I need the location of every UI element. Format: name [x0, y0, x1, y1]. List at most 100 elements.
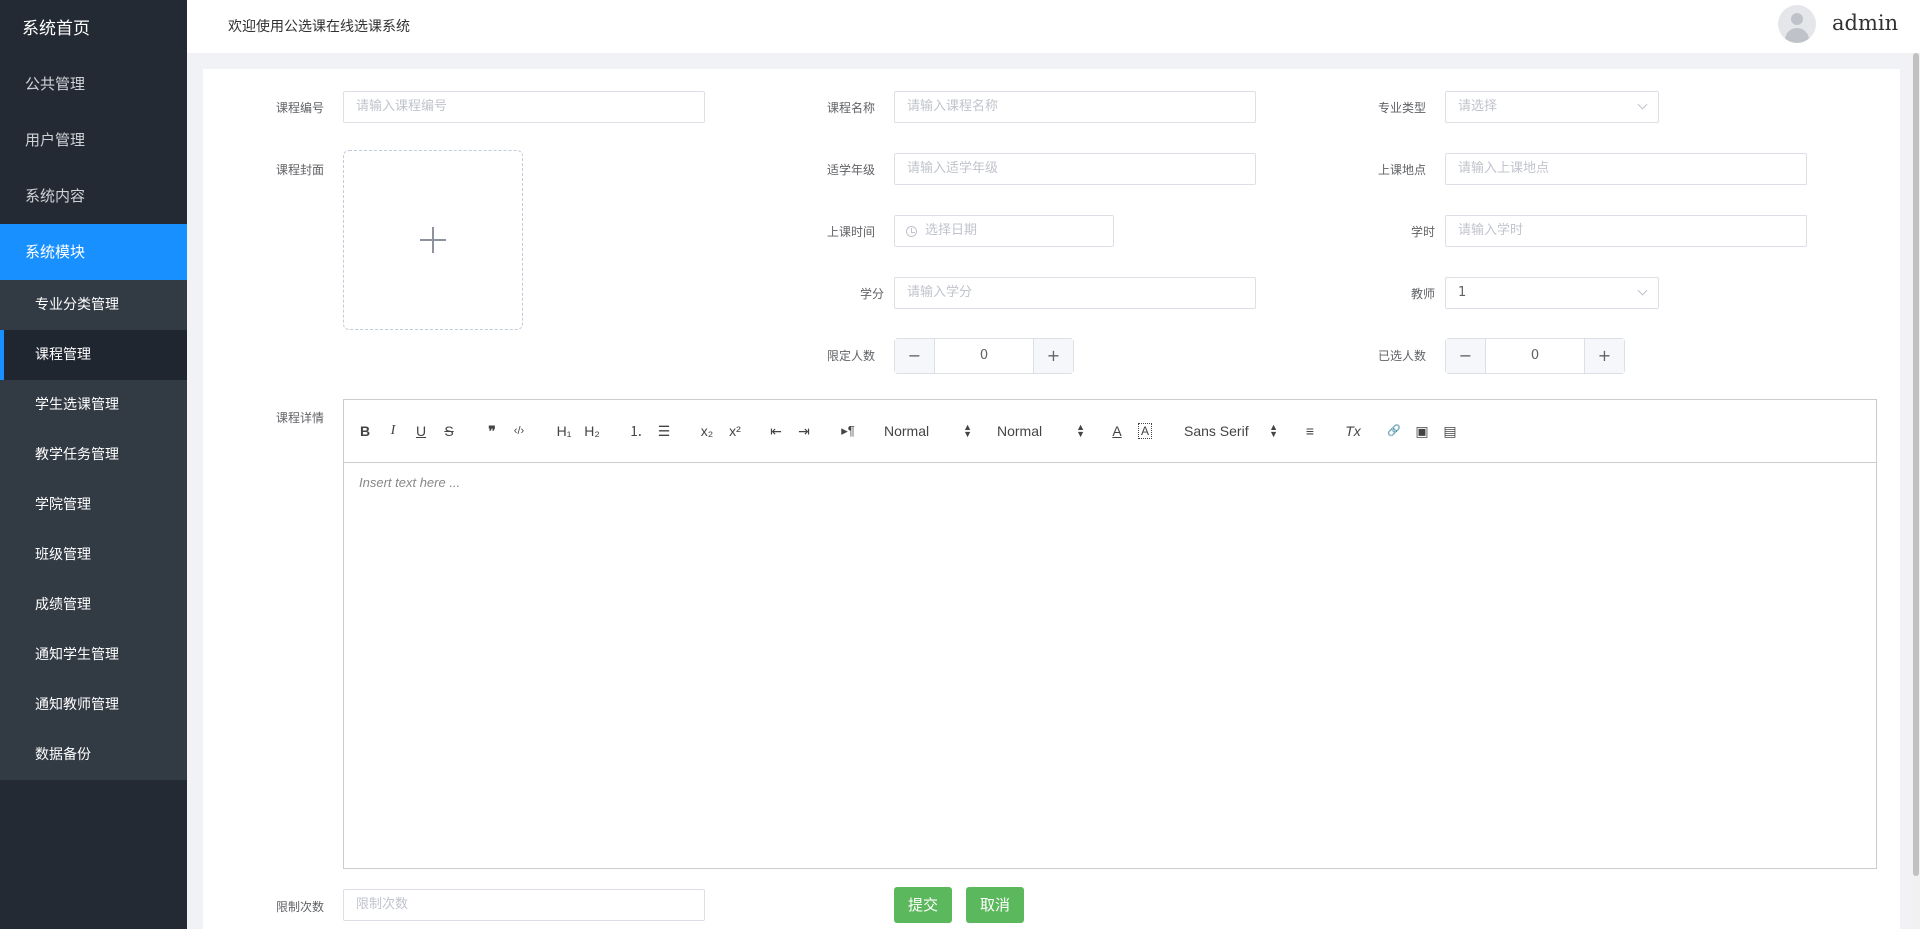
teacher-value: 1 [1458, 285, 1467, 300]
selected-count-value[interactable]: 0 [1486, 339, 1584, 373]
strike-icon[interactable]: S [442, 421, 456, 441]
limit-count-stepper: − 0 + [894, 338, 1074, 374]
sidebar-item-college[interactable]: 学院管理 [0, 480, 187, 530]
limit-count-increase-button[interactable]: + [1033, 339, 1073, 373]
header-select[interactable]: Normal ▲ ▼ [997, 421, 1085, 441]
link-icon[interactable]: 🔗 [1386, 421, 1402, 441]
course-name-label: 课程名称 [827, 101, 876, 115]
header-2-icon[interactable]: H₂ [582, 421, 602, 441]
grade-label: 适学年级 [827, 163, 876, 177]
scrollbar-thumb[interactable] [1913, 53, 1919, 876]
text-direction-icon[interactable]: ▸¶ [838, 421, 858, 441]
font-color-icon[interactable]: A [1110, 421, 1124, 441]
limit-times-label: 限制次数 [276, 900, 325, 914]
details-label: 课程详情 [276, 411, 325, 425]
header: 欢迎使用公选课在线选课系统 admin [187, 0, 1920, 53]
blockquote-icon[interactable]: ❞ [484, 421, 500, 441]
align-icon[interactable]: ≡ [1302, 421, 1318, 441]
size-select-value: Normal [884, 423, 930, 439]
course-form: 课程编号 请输入课程编号 课程名称 请输入课程名称 专业类型 请选择 课程封面 … [203, 69, 1900, 929]
font-select[interactable]: Sans Serif ▲ ▼ [1184, 421, 1278, 441]
font-select-value: Sans Serif [1184, 423, 1249, 439]
menu-modules[interactable]: 系统模块 [0, 224, 187, 280]
image-icon[interactable]: ▣ [1414, 421, 1430, 441]
avatar-body-icon [1785, 28, 1809, 43]
menu-users[interactable]: 用户管理 [0, 112, 187, 168]
sidebar-item-course[interactable]: 课程管理 [0, 330, 187, 380]
bold-icon[interactable]: B [358, 421, 372, 441]
credit-label: 学分 [859, 287, 884, 301]
username[interactable]: admin [1832, 11, 1898, 35]
clock-icon [906, 226, 917, 237]
ordered-list-icon[interactable]: ⒈ [628, 421, 644, 441]
sidebar-item-grades[interactable]: 成绩管理 [0, 580, 187, 630]
avatar[interactable] [1778, 5, 1816, 43]
menu-public[interactable]: 公共管理 [0, 56, 187, 112]
italic-icon[interactable]: I [386, 421, 400, 441]
cancel-button[interactable]: 取消 [966, 887, 1025, 923]
sidebar: 系统首页 公共管理 用户管理 系统内容 系统模块 专业分类管理 课程管理 学生选… [0, 0, 187, 929]
code-block-icon[interactable]: ‹/› [510, 421, 528, 441]
hours-label: 学时 [1410, 225, 1435, 239]
menu-content[interactable]: 系统内容 [0, 168, 187, 224]
class-time-label: 上课时间 [827, 225, 876, 239]
outdent-icon[interactable]: ⇤ [768, 421, 784, 441]
course-name-input[interactable]: 请输入课程名称 [894, 91, 1256, 123]
avatar-head-icon [1791, 13, 1803, 25]
welcome-text: 欢迎使用公选课在线选课系统 [228, 19, 410, 35]
indent-icon[interactable]: ⇥ [796, 421, 812, 441]
major-type-select[interactable]: 请选择 [1445, 91, 1659, 123]
cover-upload[interactable] [343, 150, 523, 330]
selected-count-stepper: − 0 + [1445, 338, 1625, 374]
header-1-icon[interactable]: H₁ [554, 421, 574, 441]
cover-label: 课程封面 [276, 163, 325, 177]
course-no-label: 课程编号 [276, 101, 325, 115]
updown-arrows-icon: ▲ ▼ [1076, 422, 1085, 439]
limit-times-input[interactable]: 限制次数 [343, 889, 705, 921]
subscript-icon[interactable]: x₂ [698, 421, 716, 441]
background-color-icon[interactable]: A [1138, 423, 1152, 439]
submit-button[interactable]: 提交 [894, 887, 953, 923]
chevron-down-icon [1637, 285, 1648, 296]
location-label: 上课地点 [1378, 163, 1427, 177]
location-input[interactable]: 请输入上课地点 [1445, 153, 1807, 185]
sidebar-item-notify-teachers[interactable]: 通知教师管理 [0, 680, 187, 730]
teacher-label: 教师 [1410, 287, 1435, 301]
grade-input[interactable]: 请输入适学年级 [894, 153, 1256, 185]
editor-toolbar: B I U S ❞ ‹/› H₁ H₂ ⒈ ☰ x₂ x² ⇤ ⇥ ▸¶ Nor… [344, 400, 1876, 463]
class-time-picker[interactable]: 选择日期 [894, 215, 1114, 247]
limit-count-value[interactable]: 0 [935, 339, 1033, 373]
clean-format-icon[interactable]: Tx [1344, 421, 1362, 441]
sidebar-item-teaching-task[interactable]: 教学任务管理 [0, 430, 187, 480]
limit-count-label: 限定人数 [827, 349, 876, 363]
size-select[interactable]: Normal ▲ ▼ [884, 421, 972, 441]
updown-arrows-icon: ▲ ▼ [1269, 422, 1278, 439]
submenu: 专业分类管理 课程管理 学生选课管理 教学任务管理 学院管理 班级管理 成绩管理… [0, 280, 187, 780]
teacher-select[interactable]: 1 [1445, 277, 1659, 309]
bullet-list-icon[interactable]: ☰ [656, 421, 672, 441]
hours-input[interactable]: 请输入学时 [1445, 215, 1807, 247]
updown-arrows-icon: ▲ ▼ [963, 422, 972, 439]
credit-input[interactable]: 请输入学分 [894, 277, 1256, 309]
sidebar-item-class[interactable]: 班级管理 [0, 530, 187, 580]
editor-content[interactable]: Insert text here ... [344, 463, 1876, 502]
sidebar-item-notify-students[interactable]: 通知学生管理 [0, 630, 187, 680]
sidebar-item-major-category[interactable]: 专业分类管理 [0, 280, 187, 330]
sidebar-home[interactable]: 系统首页 [0, 0, 187, 56]
rich-text-editor: B I U S ❞ ‹/› H₁ H₂ ⒈ ☰ x₂ x² ⇤ ⇥ ▸¶ Nor… [343, 399, 1877, 869]
selected-count-label: 已选人数 [1378, 349, 1427, 363]
major-type-placeholder: 请选择 [1458, 99, 1498, 114]
course-no-input[interactable]: 请输入课程编号 [343, 91, 705, 123]
page-scrollbar[interactable] [1911, 53, 1920, 929]
underline-icon[interactable]: U [414, 421, 428, 441]
video-icon[interactable]: ▤ [1442, 421, 1458, 441]
limit-count-decrease-button[interactable]: − [895, 339, 935, 373]
superscript-icon[interactable]: x² [726, 421, 744, 441]
chevron-down-icon [1637, 99, 1648, 110]
sidebar-item-student-selection[interactable]: 学生选课管理 [0, 380, 187, 430]
major-type-label: 专业类型 [1378, 101, 1427, 115]
header-select-value: Normal [997, 423, 1043, 439]
selected-count-decrease-button[interactable]: − [1446, 339, 1486, 373]
selected-count-increase-button[interactable]: + [1584, 339, 1624, 373]
sidebar-item-backup[interactable]: 数据备份 [0, 730, 187, 780]
